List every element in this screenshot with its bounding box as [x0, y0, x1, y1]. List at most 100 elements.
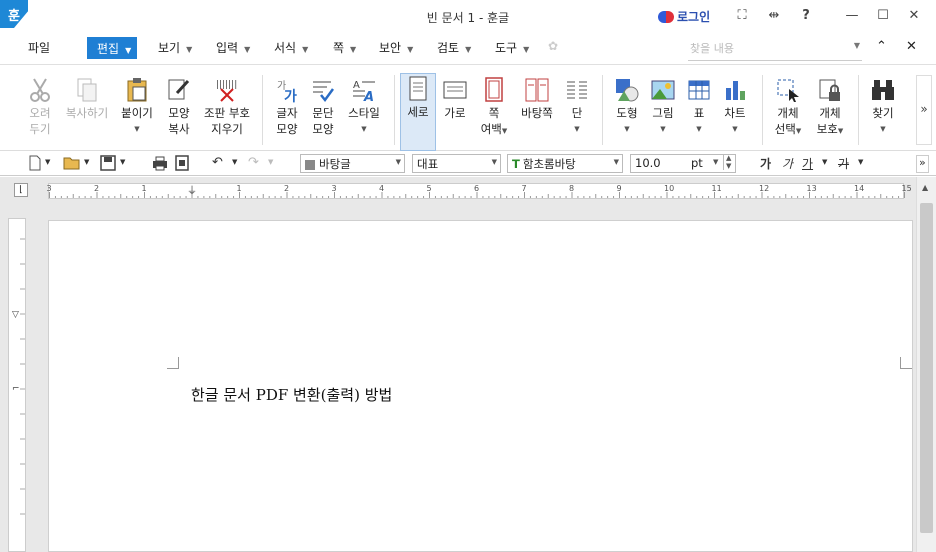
- separator: [262, 75, 263, 145]
- menu-tools[interactable]: 도구 ▼: [495, 39, 529, 56]
- new-document-icon[interactable]: [28, 155, 42, 173]
- chevron-down-icon: ▼: [613, 158, 619, 166]
- language-select[interactable]: 대표 ▼: [412, 154, 501, 173]
- menu-review[interactable]: 검토 ▼: [437, 39, 471, 56]
- object-protect-label-1: 개체: [819, 106, 841, 120]
- login-icon: [658, 10, 674, 23]
- indent-marker-icon[interactable]: ⏚: [187, 182, 197, 197]
- stepper-icon[interactable]: ▲ ▼: [723, 154, 731, 170]
- bold-button[interactable]: 가: [760, 155, 771, 173]
- copy-button[interactable]: 복사하기: [62, 75, 112, 149]
- underline-button[interactable]: 가: [802, 155, 813, 173]
- open-folder-icon[interactable]: [63, 155, 81, 173]
- chevron-down-icon: ▼: [624, 125, 630, 133]
- close-icon[interactable]: ✕: [904, 8, 924, 23]
- chevron-down-icon[interactable]: ▼: [232, 158, 237, 176]
- shape-button[interactable]: 도형 ▼: [610, 75, 644, 149]
- style-swatch-icon: [305, 159, 315, 170]
- ruler-number: 7: [521, 184, 527, 193]
- chevron-down-icon[interactable]: ▼: [120, 158, 125, 176]
- copy-label: 복사하기: [65, 106, 109, 120]
- object-select-button[interactable]: 개체 선택▼: [768, 75, 808, 149]
- document-page[interactable]: [48, 220, 913, 552]
- tab-stop-icon[interactable]: ⌊: [14, 183, 28, 197]
- menu-file-label: 파일: [28, 41, 51, 55]
- document-text[interactable]: 한글 문서 PDF 변환(출력) 방법: [191, 384, 392, 405]
- menu-edit[interactable]: 편집 ▼: [87, 37, 138, 59]
- chevron-down-icon[interactable]: ▼: [268, 158, 273, 176]
- save-icon[interactable]: [100, 155, 116, 173]
- page-margin-button[interactable]: 쪽 여백▼: [474, 75, 514, 149]
- find-button[interactable]: 찾기 ▼: [864, 75, 902, 149]
- print-preview-icon[interactable]: [174, 155, 190, 173]
- format-copy-button[interactable]: 모양 복사: [162, 75, 196, 149]
- paste-button[interactable]: 붙이기 ▼: [118, 75, 156, 149]
- style-button[interactable]: AA 스타일 ▼: [344, 75, 384, 149]
- menu-file[interactable]: 파일: [28, 39, 50, 56]
- master-page-button[interactable]: 바탕쪽: [518, 75, 556, 149]
- margin-corner-top-right: [900, 357, 912, 369]
- fullscreen-icon[interactable]: ⛶: [732, 8, 752, 23]
- master-page-label: 바탕쪽: [521, 106, 553, 120]
- menu-view[interactable]: 보기 ▼: [158, 39, 192, 56]
- style-select[interactable]: 바탕글 ▼: [300, 154, 405, 173]
- paste-label: 붙이기: [121, 106, 153, 120]
- chevron-down-icon[interactable]: ▼: [713, 158, 718, 166]
- vertical-ruler[interactable]: ▽ ⌐: [8, 218, 26, 552]
- ruler-number: 9: [616, 184, 622, 193]
- close-document-icon[interactable]: ✕: [906, 39, 917, 54]
- portrait-button[interactable]: 세로: [400, 73, 436, 151]
- help-icon[interactable]: ?: [796, 8, 816, 23]
- collapse-ribbon-icon[interactable]: ⌃: [876, 39, 887, 54]
- columns-label: 단: [571, 106, 583, 120]
- svg-text:|||||||: |||||||: [216, 80, 237, 90]
- chevron-down-icon: ▼: [523, 45, 530, 54]
- print-icon[interactable]: [152, 155, 168, 173]
- font-size-field[interactable]: 10.0 pt ▼ ▲ ▼: [630, 154, 736, 173]
- para-shape-button[interactable]: 문단 모양: [306, 75, 340, 149]
- menu-security[interactable]: 보안 ▼: [379, 39, 413, 56]
- portrait-label: 세로: [407, 105, 429, 119]
- landscape-button[interactable]: 가로: [438, 75, 472, 149]
- scrollbar-thumb[interactable]: [920, 203, 933, 533]
- resize-icon[interactable]: ⇹: [764, 8, 784, 23]
- maximize-icon[interactable]: ☐: [873, 8, 893, 23]
- ruler-number: 2: [94, 184, 100, 193]
- chevron-down-icon: ▼: [186, 45, 193, 54]
- char-shape-button[interactable]: 가가 글자 모양: [270, 75, 304, 149]
- italic-button[interactable]: 가: [782, 155, 793, 173]
- chevron-down-icon[interactable]: ▼: [854, 41, 860, 50]
- scroll-up-icon[interactable]: ▲: [922, 183, 928, 192]
- columns-button[interactable]: 단 ▼: [560, 75, 594, 149]
- menu-format[interactable]: 서식 ▼: [274, 39, 308, 56]
- find-input[interactable]: 찾을 내용 ▼: [688, 37, 862, 61]
- object-select-icon: [768, 75, 808, 105]
- minimize-icon[interactable]: —: [842, 8, 862, 23]
- undo-icon[interactable]: ↶: [212, 155, 223, 173]
- cut-button[interactable]: 오려 두기: [22, 75, 58, 149]
- object-protect-button[interactable]: 개체 보호▼: [810, 75, 850, 149]
- chart-button[interactable]: 차트 ▼: [718, 75, 752, 149]
- redo-icon[interactable]: ↷: [248, 155, 259, 173]
- object-protect-label-2-text: 보호: [816, 122, 838, 136]
- login-button[interactable]: 로그인: [658, 8, 710, 25]
- style-label: 스타일: [348, 106, 380, 120]
- chevron-down-icon[interactable]: ▼: [822, 158, 827, 176]
- vertical-scrollbar[interactable]: ▲: [916, 177, 936, 552]
- chevron-down-icon[interactable]: ▼: [858, 158, 863, 176]
- chevron-down-icon[interactable]: ▼: [84, 158, 89, 176]
- table-button[interactable]: 표 ▼: [682, 75, 716, 149]
- picture-button[interactable]: 그림 ▼: [646, 75, 680, 149]
- menu-page[interactable]: 쪽 ▼: [333, 39, 356, 56]
- scissors-icon: [22, 75, 58, 105]
- font-select[interactable]: T 함초롬바탕 ▼: [507, 154, 623, 173]
- toolbar-more-icon[interactable]: »: [916, 155, 929, 173]
- menu-insert[interactable]: 입력 ▼: [216, 39, 250, 56]
- chevron-down-icon[interactable]: ▼: [45, 158, 50, 176]
- ribbon-more-button[interactable]: »: [916, 75, 932, 145]
- ruler-number: 12: [759, 184, 770, 193]
- strikethrough-button[interactable]: 가: [838, 155, 849, 173]
- addon-icon[interactable]: ✿: [548, 39, 558, 53]
- horizontal-ruler[interactable]: 3 2 1 1 2 3 4 5 6 7 8 9 10 11 12 13 14 15 ⏚: [47, 182, 912, 199]
- clear-marks-button[interactable]: ||||||| 조판 부호 지우기: [200, 75, 254, 149]
